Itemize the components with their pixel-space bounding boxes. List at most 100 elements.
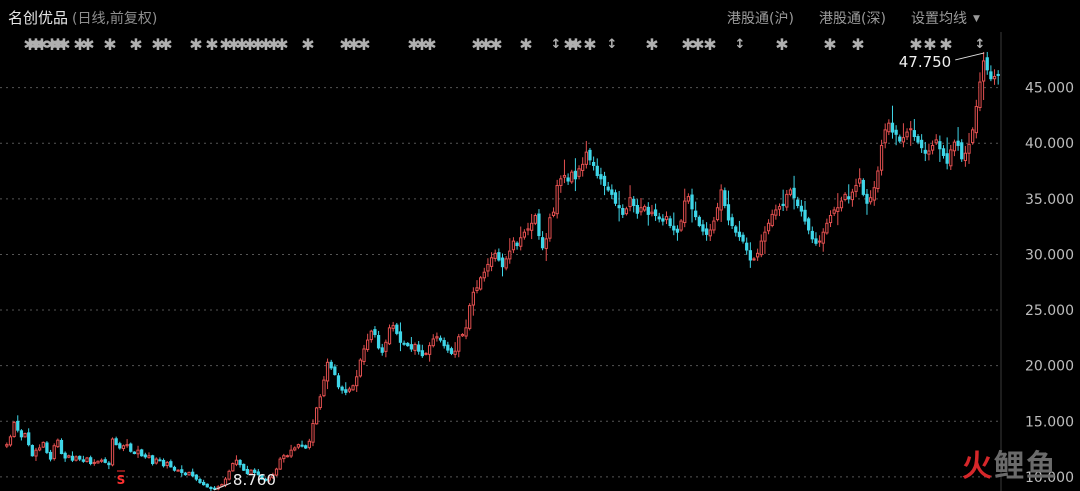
candle-body — [442, 340, 446, 347]
candle-body — [369, 330, 373, 341]
candle-body — [745, 242, 749, 251]
candle-body — [530, 222, 534, 231]
candle-body — [901, 137, 906, 143]
candle-body — [227, 470, 231, 480]
event-star-marker: ✱ — [519, 35, 532, 54]
candle-body — [223, 478, 228, 486]
y-tick-label: 45.000 — [1025, 81, 1074, 97]
candle-body — [839, 200, 844, 209]
candle-body — [493, 252, 497, 259]
candle-body — [340, 386, 344, 391]
candle-body — [981, 60, 986, 82]
event-star-marker: ✱ — [205, 35, 218, 54]
candle-body — [384, 341, 388, 352]
candle-body — [777, 206, 782, 210]
candle-body — [92, 461, 96, 464]
candle-body — [165, 461, 169, 467]
candle-body — [978, 81, 982, 108]
candle-body — [121, 445, 126, 450]
candle-body — [941, 148, 946, 156]
candle-body — [311, 422, 315, 443]
candle-body — [125, 444, 129, 447]
candle-body — [923, 149, 927, 154]
candle-body — [715, 207, 720, 221]
candle-body — [591, 161, 596, 166]
candle-body — [500, 257, 505, 268]
low-pointer — [213, 482, 232, 491]
candle-body — [653, 209, 658, 217]
candle-body — [380, 347, 384, 353]
candle-body — [129, 443, 133, 452]
candle-body — [427, 345, 432, 355]
event-star-marker: ✱ — [489, 35, 502, 54]
candle-body — [781, 203, 785, 207]
candle-body — [646, 206, 650, 215]
candle-body — [85, 457, 89, 463]
candle-body — [373, 329, 377, 336]
y-tick-label: 35.000 — [1025, 192, 1074, 208]
candle-body — [719, 189, 723, 211]
candle-body — [67, 455, 71, 458]
candle-body — [723, 190, 727, 207]
candle-body — [788, 189, 793, 195]
candle-body — [865, 193, 869, 204]
candle-body — [81, 459, 85, 462]
candle-body — [187, 471, 191, 476]
candle-body — [916, 136, 920, 143]
event-star-marker: ✱ — [939, 35, 952, 54]
candlestick-chart[interactable]: 10.00015.00020.00025.00030.00035.00040.0… — [0, 0, 1080, 491]
candle-body — [650, 211, 654, 215]
candle-body — [74, 456, 78, 461]
candle-body — [821, 231, 825, 244]
candle-body — [726, 204, 731, 221]
candle-body — [205, 483, 209, 488]
candle-body — [103, 459, 107, 463]
candle-body — [176, 469, 180, 472]
candle-body — [686, 196, 691, 202]
candle-body — [154, 458, 158, 464]
candle-body — [796, 199, 800, 207]
candle-body — [460, 334, 465, 337]
candle-body — [985, 57, 989, 71]
candle-body — [482, 271, 486, 279]
candle-body — [628, 197, 632, 208]
candle-body — [12, 421, 16, 438]
candle-body — [708, 229, 712, 237]
candle-body — [825, 222, 829, 234]
candle-body — [540, 237, 545, 249]
candle-body — [489, 257, 494, 267]
candle-body — [161, 459, 166, 467]
candle-body — [537, 213, 541, 237]
candle-body — [730, 217, 734, 227]
candle-body — [194, 474, 198, 480]
candle-body — [992, 75, 997, 80]
event-star-marker: ✱ — [909, 35, 922, 54]
candle-body — [118, 443, 122, 449]
candle-body — [132, 451, 137, 455]
candle-body — [16, 420, 20, 431]
candle-body — [140, 449, 144, 457]
candle-body — [551, 211, 556, 217]
candle-body — [420, 350, 424, 357]
candle-body — [887, 122, 891, 133]
candle-body — [690, 194, 694, 210]
candle-body — [136, 449, 140, 455]
candle-body — [912, 130, 916, 138]
candle-body — [960, 142, 964, 160]
event-star-marker: ✱ — [823, 35, 836, 54]
candle-body — [668, 218, 672, 227]
event-star-marker: ✱ — [103, 35, 116, 54]
high-label: 47.750 — [899, 53, 952, 71]
candle-body — [632, 198, 636, 207]
event-star-marker: ✱ — [645, 35, 658, 54]
candle-body — [847, 196, 851, 200]
candle-body — [581, 163, 585, 171]
y-tick-label: 30.000 — [1025, 247, 1074, 263]
candle-body — [996, 73, 1000, 76]
candle-body — [143, 454, 147, 458]
candle-body — [147, 455, 151, 458]
candle-body — [774, 209, 778, 216]
candle-body — [639, 207, 643, 213]
candle-body — [697, 216, 701, 227]
candle-body — [599, 174, 603, 180]
